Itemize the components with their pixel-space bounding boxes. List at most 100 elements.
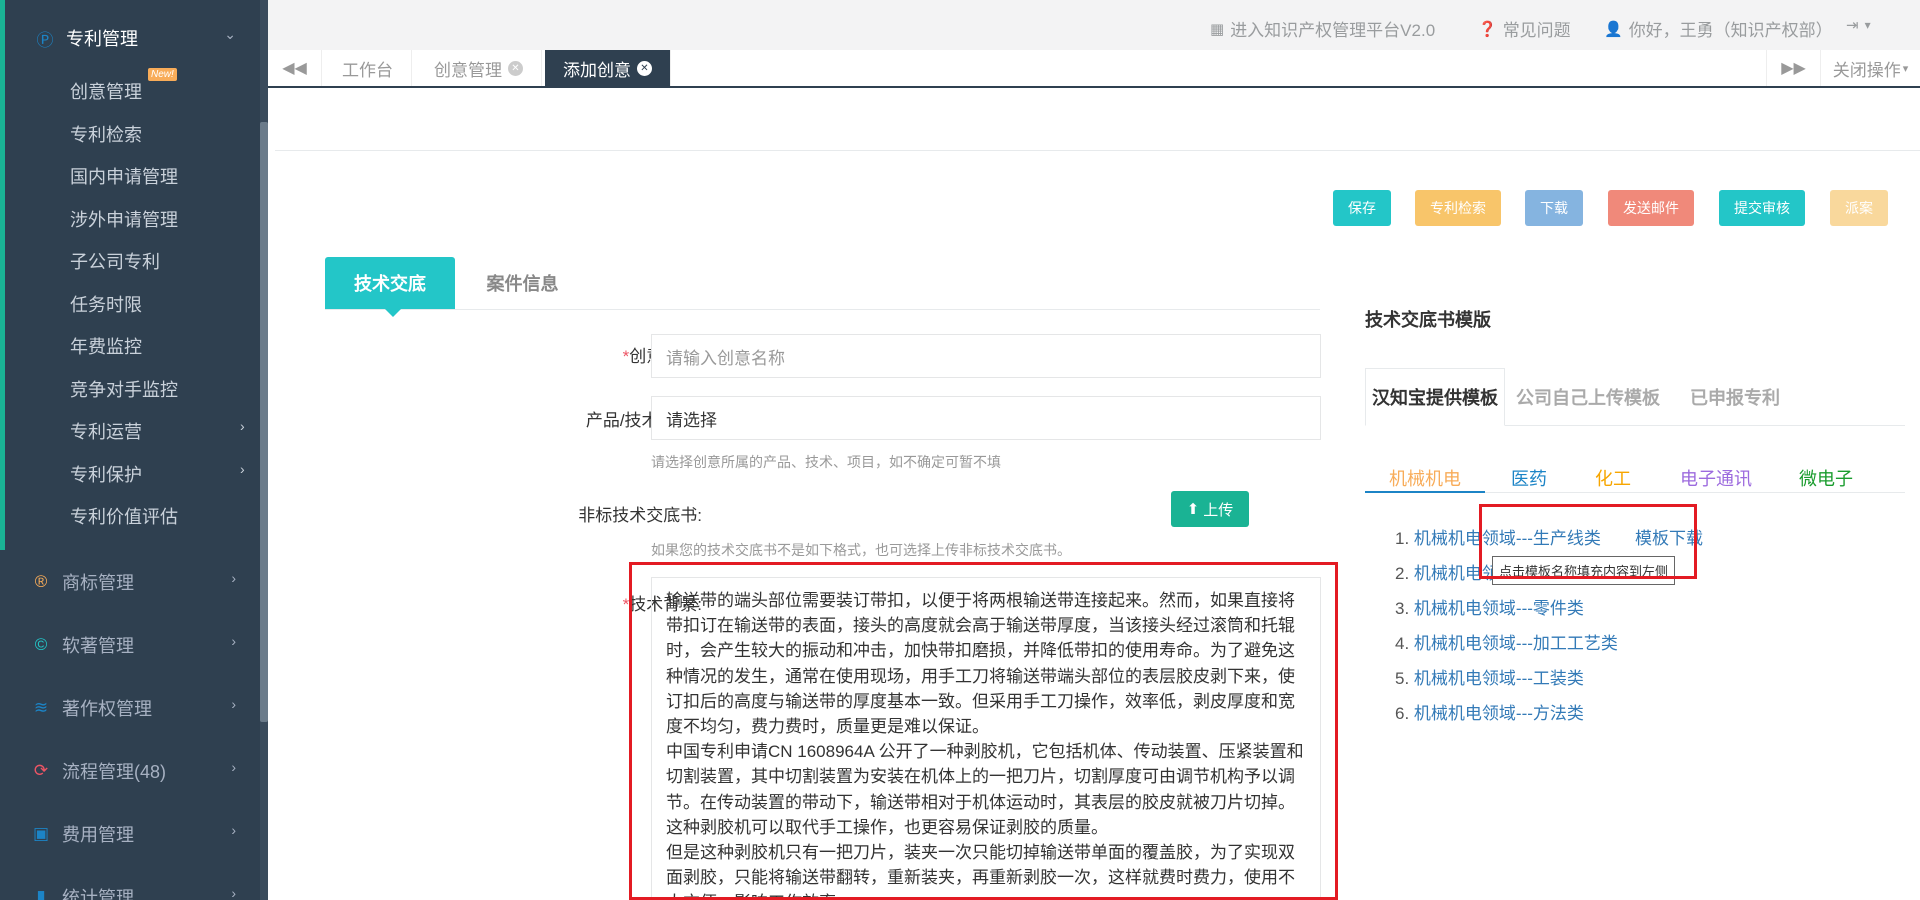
sidebar-item-label: 专利价值评估 — [70, 507, 178, 527]
sidebar-item-patent-valuation[interactable]: 专利价值评估 — [70, 503, 178, 529]
template-number: 2. — [1395, 564, 1414, 583]
product-select[interactable]: 请选择 — [651, 396, 1321, 440]
submit-review-button[interactable]: 提交审核 — [1719, 190, 1805, 226]
tabs-scroll-left-button[interactable]: ◀◀ — [268, 50, 322, 86]
nonstd-hint: 如果您的技术交底书不是如下格式，也可选择上传非标技术交底书。 — [651, 542, 1071, 558]
question-circle-icon: ❓ — [1478, 20, 1497, 38]
menu-label: 费用管理 — [62, 825, 134, 845]
tab-label: 创意管理 — [434, 60, 502, 80]
category-chemical[interactable]: 化工 — [1595, 458, 1631, 498]
chevron-right-icon: › — [231, 570, 236, 586]
send-email-button[interactable]: 发送邮件 — [1608, 190, 1694, 226]
upload-label: 上传 — [1203, 501, 1234, 519]
sidebar-item-annuity-monitor[interactable]: 年费监控 — [70, 333, 142, 359]
template-number: 6. — [1395, 704, 1414, 723]
trademark-icon: ® — [34, 572, 48, 591]
sidebar-item-foreign-application[interactable]: 涉外申请管理 — [70, 206, 178, 232]
workflow-icon: ⟳ — [33, 761, 49, 780]
tab-company-templates[interactable]: 公司自己上传模板 — [1513, 368, 1663, 426]
sidebar-item-patent-search[interactable]: 专利检索 — [70, 121, 142, 147]
chevron-down-icon: ⌄ — [224, 26, 236, 42]
chevron-right-icon: › — [240, 461, 245, 477]
assign-case-button[interactable]: 派案 — [1830, 190, 1888, 226]
template-link[interactable]: 机械机电领域---工装类 — [1414, 669, 1584, 688]
sidebar-item-label: 专利检索 — [70, 125, 142, 145]
patent-search-button[interactable]: 专利检索 — [1415, 190, 1501, 226]
tab-underline — [325, 309, 1320, 310]
user-menu[interactable]: 👤 你好，王勇（知识产权部） — [1604, 16, 1833, 41]
close-icon[interactable]: ✕ — [508, 60, 523, 76]
category-microelectronics[interactable]: 微电子 — [1799, 458, 1853, 498]
template-link[interactable]: 机械机电领域---加工工艺类 — [1414, 634, 1618, 653]
sidebar-item-label: 竞争对手监控 — [70, 380, 178, 400]
user-icon: 👤 — [1604, 20, 1623, 38]
menu-statistics-management[interactable]: ▮ 统计管理 › — [0, 871, 262, 900]
sidebar-item-label: 创意管理 — [70, 82, 142, 102]
template-panel-title: 技术交底书模版 — [1365, 310, 1491, 330]
tab-provided-templates[interactable]: 汉知宝提供模板 — [1365, 368, 1505, 426]
menu-patent-management[interactable]: Ⓟ 专利管理 ⌄ — [0, 12, 262, 64]
sidebar-item-label: 年费监控 — [70, 337, 142, 357]
sidebar-item-competitor-monitor[interactable]: 竞争对手监控 — [70, 376, 178, 402]
product-label: 产品/技术/项目: — [355, 406, 702, 431]
placeholder-text: 请输入创意名称 — [666, 348, 785, 368]
template-item[interactable]: 5. 机械机电领域---工装类 — [1395, 664, 1584, 689]
template-number: 3. — [1395, 599, 1414, 618]
tabs-scroll-right-button[interactable]: ▶▶ — [1766, 50, 1820, 86]
menu-label: 软著管理 — [62, 636, 134, 656]
sidebar-item-idea-management[interactable]: 创意管理 New! — [70, 68, 177, 104]
idea-name-input[interactable]: 请输入创意名称 — [651, 334, 1321, 378]
close-icon[interactable]: ✕ — [637, 60, 652, 76]
category-mechanical[interactable]: 机械机电 — [1389, 458, 1461, 498]
sidebar-item-label: 专利运营 — [70, 422, 142, 442]
close-operations-dropdown[interactable]: 关闭操作 ▾ — [1820, 50, 1920, 86]
page-tabs-bar: ◀◀ 工作台 创意管理 ✕ 添加创意 ✕ ▶▶ 关闭操作 ▾ — [268, 50, 1920, 88]
user-greeting: 你好，王勇（知识产权部） — [1628, 21, 1833, 40]
template-link[interactable]: 机械机电领域---零件类 — [1414, 599, 1584, 618]
sidebar-item-patent-protection[interactable]: 专利保护 › — [70, 461, 245, 487]
download-button[interactable]: 下载 — [1525, 190, 1583, 226]
menu-copyright-management[interactable]: ≋ 著作权管理 › — [0, 682, 262, 734]
tab-workbench[interactable]: 工作台 — [324, 50, 412, 86]
bar-chart-icon: ▮ — [36, 887, 46, 900]
menu-trademark-management[interactable]: ® 商标管理 › — [0, 556, 262, 608]
tab-technical-disclosure[interactable]: 技术交底 — [325, 257, 455, 309]
menu-software-copyright[interactable]: © 软著管理 › — [0, 619, 262, 671]
menu-fee-management[interactable]: ▣ 费用管理 › — [0, 808, 262, 860]
double-chevron-right-icon: ▶▶ — [1781, 60, 1806, 77]
menu-process-management[interactable]: ⟳ 流程管理(48) › — [0, 745, 262, 797]
template-item[interactable]: 6. 机械机电领域---方法类 — [1395, 699, 1584, 724]
category-medicine[interactable]: 医药 — [1511, 458, 1547, 498]
logout-button[interactable]: ⇥ ▾ — [1846, 16, 1871, 34]
sidebar-item-label: 专利保护 — [70, 465, 142, 485]
layers-icon: ≋ — [33, 698, 49, 717]
highlight-box — [629, 562, 1338, 900]
save-button[interactable]: 保存 — [1333, 190, 1391, 226]
tab-filed-patents[interactable]: 已申报专利 — [1667, 368, 1803, 426]
new-badge: New! — [148, 68, 177, 81]
category-electronics[interactable]: 电子通讯 — [1680, 458, 1752, 498]
tab-case-info[interactable]: 案件信息 — [460, 257, 585, 309]
template-item[interactable]: 4. 机械机电领域---加工工艺类 — [1395, 629, 1618, 654]
tab-add-idea[interactable]: 添加创意 ✕ — [545, 50, 671, 86]
template-item[interactable]: 3. 机械机电领域---零件类 — [1395, 594, 1584, 619]
caret-down-icon: ▾ — [1864, 18, 1871, 32]
double-chevron-left-icon: ◀◀ — [282, 60, 307, 77]
upload-icon: ⬆ — [1186, 501, 1200, 518]
top-navbar: ▦ 进入知识产权管理平台V2.0 ❓ 常见问题 👤 你好，王勇（知识产权部） ⇥… — [268, 0, 1920, 54]
select-value: 请选择 — [666, 410, 717, 430]
chevron-right-icon: › — [240, 418, 245, 434]
sidebar-item-patent-operation[interactable]: 专利运营 › — [70, 418, 245, 444]
chevron-right-icon: › — [231, 885, 236, 900]
template-link[interactable]: 机械机电领域---方法类 — [1414, 704, 1584, 723]
sidebar-item-task-deadline[interactable]: 任务时限 — [70, 291, 142, 317]
sidebar-item-domestic-application[interactable]: 国内申请管理 — [70, 163, 178, 189]
template-number: 5. — [1395, 669, 1414, 688]
menu-label: 流程管理(48) — [62, 762, 167, 782]
platform-link[interactable]: ▦ 进入知识产权管理平台V2.0 — [1210, 16, 1435, 41]
tab-idea-management[interactable]: 创意管理 ✕ — [416, 50, 542, 86]
faq-link[interactable]: ❓ 常见问题 — [1478, 16, 1571, 41]
sidebar-item-label: 涉外申请管理 — [70, 210, 178, 230]
upload-button[interactable]: ⬆ 上传 — [1171, 491, 1249, 527]
sidebar-item-subsidiary-patents[interactable]: 子公司专利 — [70, 248, 160, 274]
